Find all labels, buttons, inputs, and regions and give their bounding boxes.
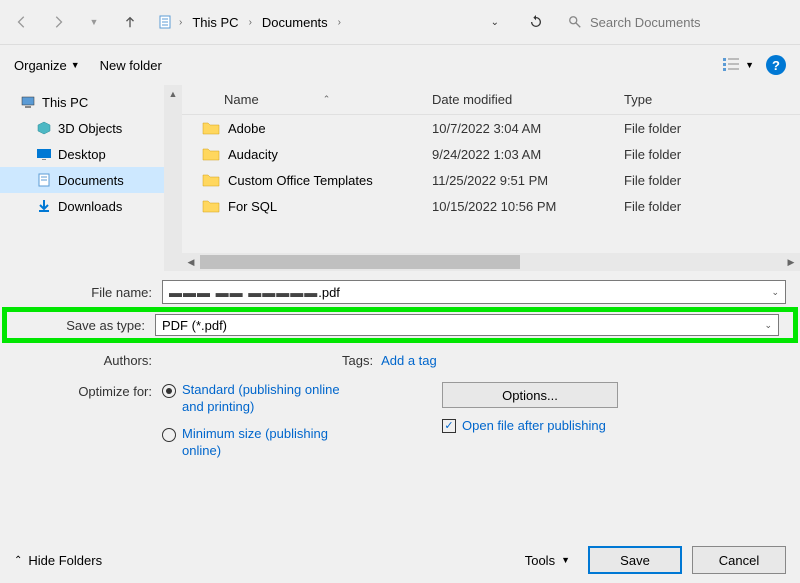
search-icon (568, 15, 582, 29)
metadata-row: Authors: Tags: Add a tag (0, 349, 800, 372)
chevron-right-icon: › (177, 17, 184, 28)
chevron-down-icon: ▼ (561, 555, 570, 565)
chevron-down-icon: ▼ (745, 60, 754, 70)
scrollbar-thumb[interactable] (200, 255, 520, 269)
search-placeholder: Search Documents (590, 15, 701, 30)
organize-button[interactable]: Organize ▼ (14, 58, 80, 73)
forward-button[interactable] (44, 8, 72, 36)
breadcrumb-documents[interactable]: Documents (258, 13, 332, 32)
file-name-label: File name: (14, 285, 162, 300)
file-row[interactable]: Audacity 9/24/2022 1:03 AM File folder (182, 141, 800, 167)
folder-icon (202, 199, 220, 213)
search-input[interactable]: Search Documents (560, 7, 792, 37)
folder-icon (202, 173, 220, 187)
file-name-row: File name: ▬▬▬ ▬▬ ▬▬▬▬▬ .pdf ⌄ (14, 279, 786, 305)
authors-label: Authors: (14, 353, 162, 368)
column-header-type[interactable]: Type (614, 92, 800, 107)
cancel-button[interactable]: Cancel (692, 546, 786, 574)
new-folder-button[interactable]: New folder (100, 58, 162, 73)
options-button[interactable]: Options... (442, 382, 618, 408)
bottom-bar: ⌃ Hide Folders Tools ▼ Save Cancel (0, 537, 800, 583)
view-mode-button[interactable]: ▼ (723, 57, 754, 73)
file-name-input[interactable]: ▬▬▬ ▬▬ ▬▬▬▬▬ .pdf ⌄ (162, 280, 786, 304)
sidebar-scrollbar[interactable]: ▲ (164, 85, 182, 271)
up-button[interactable] (116, 8, 144, 36)
breadcrumb-dropdown[interactable]: ⌄ (483, 17, 507, 28)
open-after-checkbox[interactable]: ✓ Open file after publishing (442, 418, 618, 433)
documents-icon (36, 172, 52, 188)
hide-folders-button[interactable]: ⌃ Hide Folders (14, 553, 102, 568)
sidebar-item-downloads[interactable]: Downloads (0, 193, 182, 219)
sidebar-item-documents[interactable]: Documents (0, 167, 182, 193)
horizontal-scrollbar[interactable]: ◀ ▶ (182, 253, 800, 271)
folder-icon (202, 147, 220, 161)
optimize-section: Optimize for: Standard (publishing onlin… (0, 372, 800, 470)
chevron-right-icon: › (336, 17, 343, 28)
chevron-up-icon: ⌃ (14, 555, 22, 566)
sort-indicator-icon: ⌃ (323, 94, 331, 105)
tags-label: Tags: (342, 353, 373, 368)
save-as-type-highlight: Save as type: PDF (*.pdf) ⌄ (2, 307, 798, 343)
column-header-date[interactable]: Date modified (422, 92, 614, 107)
folder-icon (202, 121, 220, 135)
file-list-header: Name ⌃ Date modified Type (182, 85, 800, 115)
chevron-down-icon: ▼ (71, 60, 80, 70)
file-row[interactable]: Custom Office Templates 11/25/2022 9:51 … (182, 167, 800, 193)
file-list-area: Name ⌃ Date modified Type Adobe 10/7/202… (182, 85, 800, 271)
downloads-icon (36, 198, 52, 214)
sidebar-item-desktop[interactable]: Desktop (0, 141, 182, 167)
radio-icon (162, 428, 176, 442)
file-name-value-obscured: ▬▬▬ ▬▬ ▬▬▬▬▬ (169, 285, 318, 300)
scroll-up-icon[interactable]: ▲ (164, 85, 182, 103)
save-button[interactable]: Save (588, 546, 682, 574)
main-area: This PC 3D Objects Desktop Documents Dow… (0, 85, 800, 271)
save-as-type-dropdown[interactable]: PDF (*.pdf) ⌄ (155, 314, 779, 336)
recent-down-button[interactable]: ▼ (80, 8, 108, 36)
pc-icon (20, 94, 36, 110)
checkbox-icon: ✓ (442, 419, 456, 433)
tools-button[interactable]: Tools ▼ (517, 553, 578, 568)
column-header-name[interactable]: Name ⌃ (182, 92, 422, 107)
optimize-minimum-radio[interactable]: Minimum size (publishing online) (162, 426, 352, 460)
optimize-standard-radio[interactable]: Standard (publishing online and printing… (162, 382, 352, 416)
file-row[interactable]: For SQL 10/15/2022 10:56 PM File folder (182, 193, 800, 219)
breadcrumb-this-pc[interactable]: This PC (188, 13, 242, 32)
documents-icon (157, 14, 173, 30)
radio-icon (162, 384, 176, 398)
3d-icon (36, 120, 52, 136)
scroll-right-icon[interactable]: ▶ (782, 253, 800, 271)
file-row[interactable]: Adobe 10/7/2022 3:04 AM File folder (182, 115, 800, 141)
sidebar-item-this-pc[interactable]: This PC (0, 89, 182, 115)
sidebar: This PC 3D Objects Desktop Documents Dow… (0, 85, 182, 271)
toolbar: Organize ▼ New folder ▼ ? (0, 45, 800, 85)
tree: This PC 3D Objects Desktop Documents Dow… (0, 85, 182, 223)
chevron-down-icon[interactable]: ⌄ (764, 320, 772, 331)
back-button[interactable] (8, 8, 36, 36)
add-tag-link[interactable]: Add a tag (381, 353, 437, 368)
desktop-icon (36, 146, 52, 162)
optimize-label: Optimize for: (14, 382, 162, 460)
refresh-button[interactable] (520, 7, 552, 37)
navigation-bar: ▼ › This PC › Documents › ⌄ Search Docum… (0, 0, 800, 44)
chevron-down-icon[interactable]: ⌄ (771, 287, 779, 298)
list-view-icon (723, 57, 741, 73)
save-as-type-label: Save as type: (21, 318, 155, 333)
chevron-right-icon: › (247, 17, 254, 28)
breadcrumb[interactable]: › This PC › Documents › ⌄ (152, 7, 512, 37)
scroll-left-icon[interactable]: ◀ (182, 253, 200, 271)
help-button[interactable]: ? (766, 55, 786, 75)
sidebar-item-3d-objects[interactable]: 3D Objects (0, 115, 182, 141)
file-list: Adobe 10/7/2022 3:04 AM File folder Auda… (182, 115, 800, 253)
